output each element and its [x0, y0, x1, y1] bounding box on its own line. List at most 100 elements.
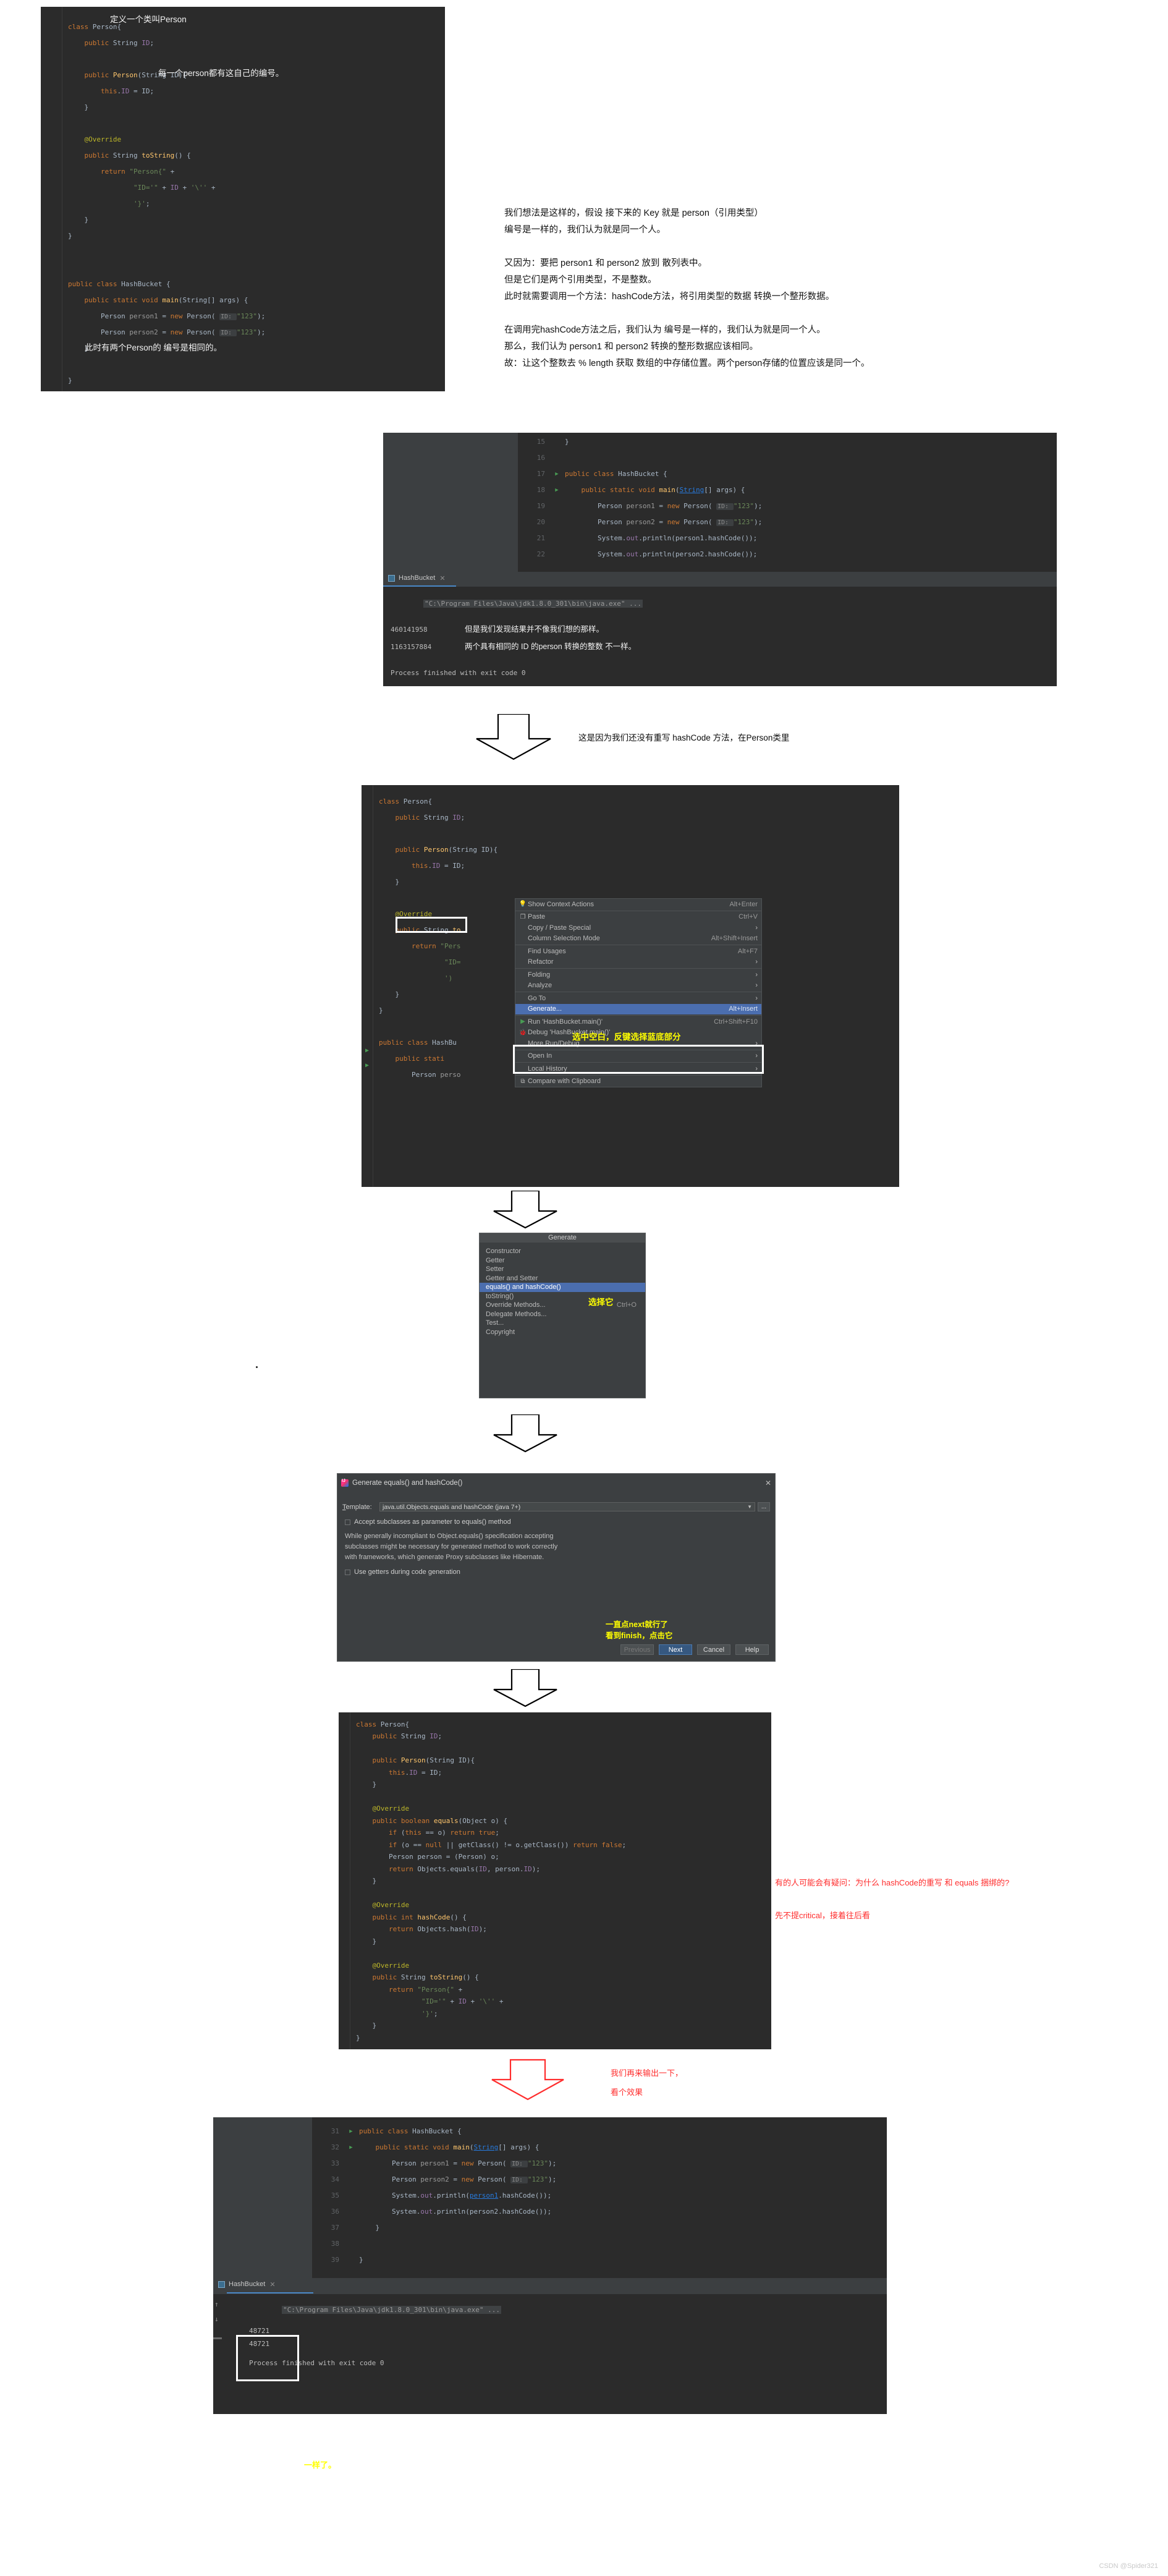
generate-popup[interactable]: Generate Constructor Getter Setter Getter a… [479, 1233, 646, 1398]
code-line: @Override [356, 1900, 771, 1912]
token: public class [565, 470, 619, 478]
generate-item-getter-and-setter[interactable]: Getter and Setter [480, 1274, 645, 1283]
accept-subclasses-checkbox[interactable] [345, 1519, 350, 1525]
run-icon: ▶ [520, 1018, 525, 1026]
code-line: class Person{ [356, 1719, 771, 1731]
code-line: Person person1 = new Person( ID: "123"); [68, 308, 445, 325]
code-line: } [379, 874, 899, 890]
context-menu-item-go-to[interactable]: Go To › [515, 993, 761, 1004]
token: String [423, 814, 453, 822]
token: ; [622, 1840, 627, 1849]
context-menu-item-refactor[interactable]: Refactor › [515, 957, 761, 968]
next-button[interactable]: Next [659, 1644, 692, 1655]
dialog-button-row: Previous Next Cancel Help [620, 1644, 769, 1655]
token: + [466, 1997, 479, 2006]
token: person2 [420, 2175, 449, 2183]
token: String [400, 1973, 430, 1982]
generate-equals-dialog[interactable]: Generate equals() and hashCode() ✕ Templ… [337, 1473, 776, 1662]
line-number: 20 [536, 518, 545, 527]
token: , person. [486, 1864, 524, 1873]
context-menu-item-paste[interactable]: ❐ Paste Ctrl+V [515, 912, 761, 923]
red-down-arrow [488, 2059, 569, 2102]
explain-line-0: 我们想法是这样的，假设 接下来的 Key 就是 person（引用类型） [504, 208, 763, 218]
code-text: } [565, 436, 569, 448]
generate-item-test[interactable]: Test... [480, 1319, 645, 1328]
token: } [356, 2021, 377, 2030]
accept-subclasses-row[interactable]: Accept subclasses as parameter to equals… [337, 1511, 775, 1526]
token: () { [174, 151, 191, 160]
console-window-icon [388, 574, 395, 582]
template-select[interactable]: java.util.Objects.equals and hashCode (j… [379, 1502, 755, 1511]
explain-line-2 [504, 239, 870, 255]
generate-item-copyright[interactable]: Copyright [480, 1328, 645, 1337]
code-text: if (o == null || getClass() != o.getClas… [356, 1840, 626, 1851]
line-number: 16 [536, 454, 545, 462]
chevron-right-icon: › [755, 994, 758, 1002]
explanation-text: 我们想法是这样的，假设 接下来的 Key 就是 person（引用类型） 编号是… [504, 205, 870, 372]
cancel-button[interactable]: Cancel [697, 1644, 730, 1655]
explain-line-4: 但是它们是两个引用类型，不是整数。 [504, 275, 657, 285]
code-text: '}'; [68, 198, 150, 210]
context-menu-item-column-selection-mode[interactable]: Column Selection Mode Alt+Shift+Insert [515, 933, 761, 945]
token: out [626, 534, 639, 543]
run-gutter-icon[interactable]: ▶ [549, 486, 565, 495]
token: + [454, 1985, 463, 1994]
run-gutter-icon[interactable]: ▶ [343, 2143, 359, 2153]
previous-button[interactable]: Previous [620, 1644, 654, 1655]
token: (String ID){ [425, 1756, 475, 1765]
dialog-close-icon[interactable]: ✕ [765, 1479, 771, 1487]
chevron-down-icon[interactable]: ▼ [747, 1504, 752, 1510]
context-menu-item-show-context-actions[interactable]: 💡 Show Context Actions Alt+Enter [515, 899, 761, 910]
run-gutter-icon[interactable]: ▶ [549, 470, 565, 479]
context-menu-item-find-usages[interactable]: Find Usages Alt+F7 [515, 946, 761, 957]
template-ellipsis-button[interactable]: ... [758, 1502, 770, 1511]
console-output-1: 460141958 [391, 626, 428, 634]
close-icon-2[interactable]: ✕ [269, 2281, 275, 2289]
debug-icon: 🐞 [518, 1029, 527, 1036]
token: == o) [425, 1829, 451, 1837]
use-getters-row[interactable]: Use getters during code generation [337, 1563, 775, 1576]
context-menu-item-analyze[interactable]: Analyze › [515, 980, 761, 992]
note-why-hashcode-equals-bound: 有的人可能会有疑问：为什么 hashCode的重写 和 equals 捆绑的? [775, 1878, 1010, 1887]
use-getters-checkbox[interactable] [345, 1569, 350, 1575]
token: "Pers [440, 942, 461, 951]
run-gutter-icon[interactable]: ▶ [343, 2127, 359, 2136]
generate-item-constructor[interactable]: Constructor [480, 1247, 645, 1256]
code-line: 22 System.out.println(person2.hashCode()… [518, 546, 1057, 563]
token: public [379, 814, 424, 822]
context-menu-item-copy-paste-special[interactable]: Copy / Paste Special › [515, 922, 761, 933]
context-menu-item-label: Go To [528, 994, 546, 1002]
close-icon[interactable]: ✕ [439, 574, 445, 582]
down-arrow-2 [491, 1191, 559, 1229]
token: Person [565, 517, 627, 526]
generate-item-getter[interactable]: Getter [480, 1256, 645, 1265]
code-line [68, 244, 445, 260]
dot-marker [256, 1366, 258, 1368]
token: ID: [716, 503, 734, 510]
token: "ID='" [421, 1997, 446, 2006]
code-line: public boolean equals(Object o) { [356, 1815, 771, 1827]
generate-item-tostring[interactable]: toString() [480, 1292, 645, 1301]
generate-item-label: equals() and hashCode() [486, 1283, 561, 1291]
generate-item-override-methods[interactable]: Override Methods... Ctrl+O [480, 1301, 645, 1310]
console-tab-hashbucket-2[interactable]: HashBucket ✕ [213, 2278, 298, 2290]
help-button[interactable]: Help [735, 1644, 769, 1655]
context-menu-item-folding[interactable]: Folding › [515, 969, 761, 980]
code-line: return Objects.hash(ID); [356, 1924, 771, 1936]
console-tab-hashbucket[interactable]: HashBucket ✕ [383, 572, 462, 584]
context-menu-item-compare-with-clipboard[interactable]: ⧉ Compare with Clipboard [515, 1076, 761, 1087]
generate-item-delegate-methods[interactable]: Delegate Methods... [480, 1310, 645, 1319]
code-line: "ID='" + ID + '\'' + [356, 1996, 771, 2009]
context-menu-item-run-hashbucket-main[interactable]: ▶ Run 'HashBucket.main()' Ctrl+Shift+F10 [515, 1016, 761, 1027]
generate-item-setter[interactable]: Setter [480, 1265, 645, 1274]
lightbulb-icon: 💡 [518, 901, 527, 908]
token: = [449, 2175, 462, 2183]
context-menu-item-generate[interactable]: Generate... Alt+Insert [515, 1003, 761, 1014]
code-text: "ID= [379, 957, 461, 968]
generate-item-equals-and-hashcode[interactable]: equals() and hashCode() [480, 1283, 645, 1292]
token: public [68, 151, 113, 160]
